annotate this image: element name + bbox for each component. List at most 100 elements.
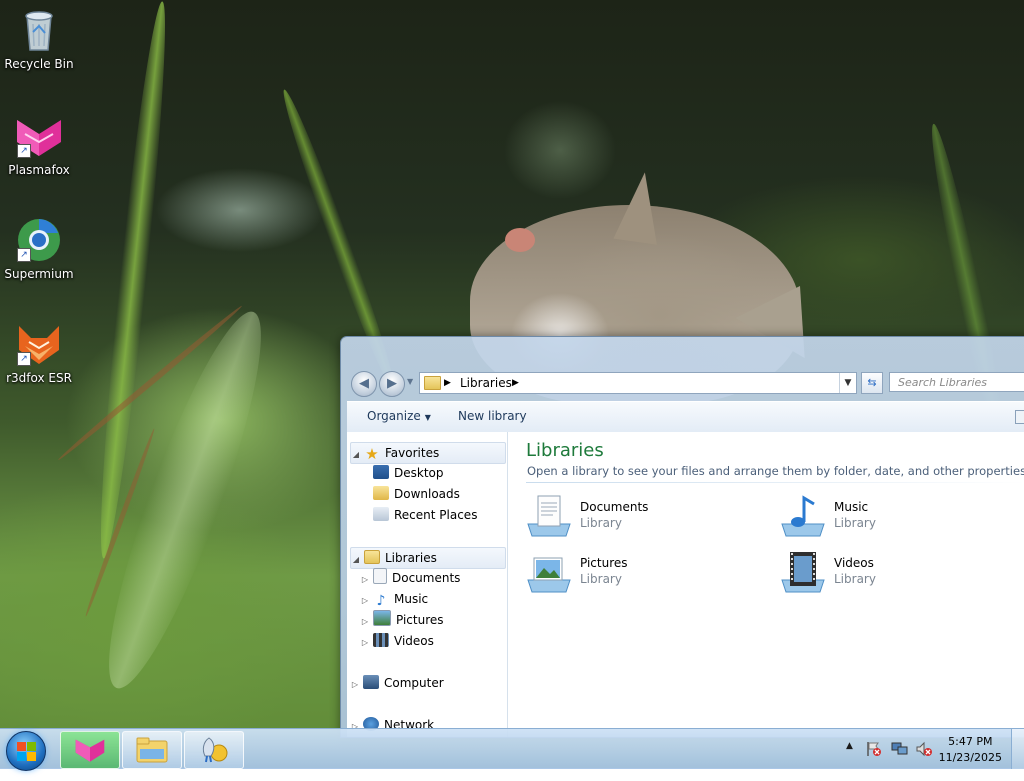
nav-favorites[interactable]: ◢ ★ Favorites [350,442,506,464]
start-button[interactable] [6,731,46,771]
plasmafox-icon: ↗ [15,112,63,160]
clock-time: 5:47 PM [948,735,993,748]
forward-button[interactable]: ▶ [379,371,405,397]
shortcut-arrow-icon: ↗ [17,352,31,366]
library-type: Library [580,516,622,530]
pictures-icon [373,610,391,626]
page-subtitle: Open a library to see your files and arr… [527,464,1024,478]
taskbar-plasmafox-button[interactable] [60,731,120,769]
recycle-bin-icon [15,6,63,54]
videos-icon [373,633,389,647]
nav-label: Favorites [385,446,440,460]
explorer-window: ◀ ▶ ▼ ▶ Libraries ▶ ▼ ⇆ Search Libraries… [340,336,1024,738]
back-button[interactable]: ◀ [351,371,377,397]
music-note-icon: ♪ [376,593,386,609]
volume-muted-icon[interactable] [916,741,932,757]
desktop-icon-label: r3dfox ESR [6,371,72,385]
taskbar: ▲ 5:47 PM 11/23/2025 [0,728,1024,771]
documents-icon [373,568,387,584]
collapse-arrow-icon[interactable]: ▷ [360,591,370,611]
divider [526,482,1024,483]
nav-label: Desktop [394,466,444,480]
change-view-button[interactable] [1015,410,1024,424]
library-type: Library [580,572,622,586]
desktop-icon-label: Recycle Bin [4,57,74,71]
plasmafox-icon [75,739,105,762]
desktop-icon-label: Plasmafox [8,163,70,177]
nav-computer[interactable]: ▷ Computer [350,673,444,693]
navigation-bar: ◀ ▶ ▼ ▶ Libraries ▶ ▼ ⇆ Search Libraries [349,369,1024,397]
library-name: Videos [834,556,874,570]
search-input[interactable]: Search Libraries [889,372,1024,392]
desktop-icon-recycle-bin[interactable]: Recycle Bin [1,6,77,71]
library-type: Library [834,572,876,586]
breadcrumb-arrow-icon[interactable]: ▶ [512,373,519,393]
nav-documents[interactable]: ▷ Documents [360,568,460,588]
nav-music[interactable]: ▷ ♪ Music [360,589,428,609]
documents-library-icon [527,495,571,537]
content-pane: Libraries Open a library to see your fil… [508,432,1024,737]
library-name: Pictures [580,556,628,570]
system-clock[interactable]: 5:47 PM 11/23/2025 [939,734,1002,766]
nav-downloads[interactable]: Downloads [370,484,460,504]
libraries-folder-icon [364,550,380,564]
show-desktop-button[interactable] [1011,729,1024,769]
expand-arrow-icon[interactable]: ◢ [351,550,361,570]
organize-label: Organize [367,409,421,423]
collapse-arrow-icon[interactable]: ▷ [360,612,370,632]
nav-videos[interactable]: ▷ Videos [360,631,434,651]
breadcrumb-arrow-icon[interactable]: ▶ [444,373,451,393]
chevron-down-icon: ▼ [424,413,431,422]
desktop-icon-plasmafox[interactable]: ↗ Plasmafox [1,112,77,177]
nav-label: Pictures [396,613,444,627]
nav-pictures[interactable]: ▷ Pictures [360,610,444,630]
music-library-icon [781,495,825,537]
nav-label: Downloads [394,487,460,501]
page-title: Libraries [526,440,604,461]
desktop-icon [373,465,389,479]
organize-button[interactable]: Organize ▼ [367,409,431,423]
shortcut-arrow-icon: ↗ [17,248,31,262]
libraries-folder-icon [424,376,441,390]
shortcut-arrow-icon: ↗ [17,144,31,158]
taskbar-app-button[interactable] [184,731,244,769]
nav-recent-places[interactable]: Recent Places [370,505,477,525]
nav-label: Music [394,592,429,606]
r3dfox-icon: ↗ [15,320,63,368]
library-name: Music [834,500,869,514]
nav-label: Videos [394,634,434,648]
refresh-button[interactable]: ⇆ [861,372,883,394]
nav-label: Recent Places [394,508,478,522]
desktop-icon-supermium[interactable]: ↗ Supermium [1,216,77,281]
action-center-flag-icon[interactable] [866,741,882,757]
library-item-documents[interactable]: Documents Library [526,494,746,542]
nav-desktop[interactable]: Desktop [370,463,444,483]
pictures-library-icon [527,557,571,593]
collapse-arrow-icon[interactable]: ▷ [360,570,370,590]
recent-pages-dropdown-icon[interactable]: ▼ [407,377,413,386]
library-type: Library [834,516,876,530]
network-status-icon[interactable] [891,741,909,757]
address-bar[interactable]: ▶ Libraries ▶ ▼ [419,372,857,394]
show-hidden-icons-button[interactable]: ▲ [846,741,853,781]
nav-libraries[interactable]: ◢ Libraries [350,547,506,569]
star-icon: ★ [365,445,379,463]
supermium-icon: ↗ [15,216,63,264]
breadcrumb-libraries[interactable]: Libraries [460,373,512,393]
nav-label: Libraries [385,551,437,565]
new-library-button[interactable]: New library [458,409,527,423]
library-item-pictures[interactable]: Pictures Library [526,550,746,598]
address-dropdown-icon[interactable]: ▼ [839,373,856,393]
videos-library-icon [781,552,825,593]
command-bar: Organize ▼ New library [347,401,1024,433]
nav-label: Computer [384,676,444,690]
collapse-arrow-icon[interactable]: ▷ [350,675,360,695]
taskbar-explorer-button[interactable] [122,731,182,769]
library-item-videos[interactable]: Videos Library [780,550,1000,598]
computer-icon [363,675,379,689]
expand-arrow-icon[interactable]: ◢ [351,445,361,465]
library-item-music[interactable]: Music Library [780,494,1000,542]
collapse-arrow-icon[interactable]: ▷ [360,633,370,653]
desktop-icon-r3dfox[interactable]: ↗ r3dfox ESR [1,320,77,385]
navigation-pane: ◢ ★ Favorites Desktop Downloads Recent Pla… [347,432,508,737]
